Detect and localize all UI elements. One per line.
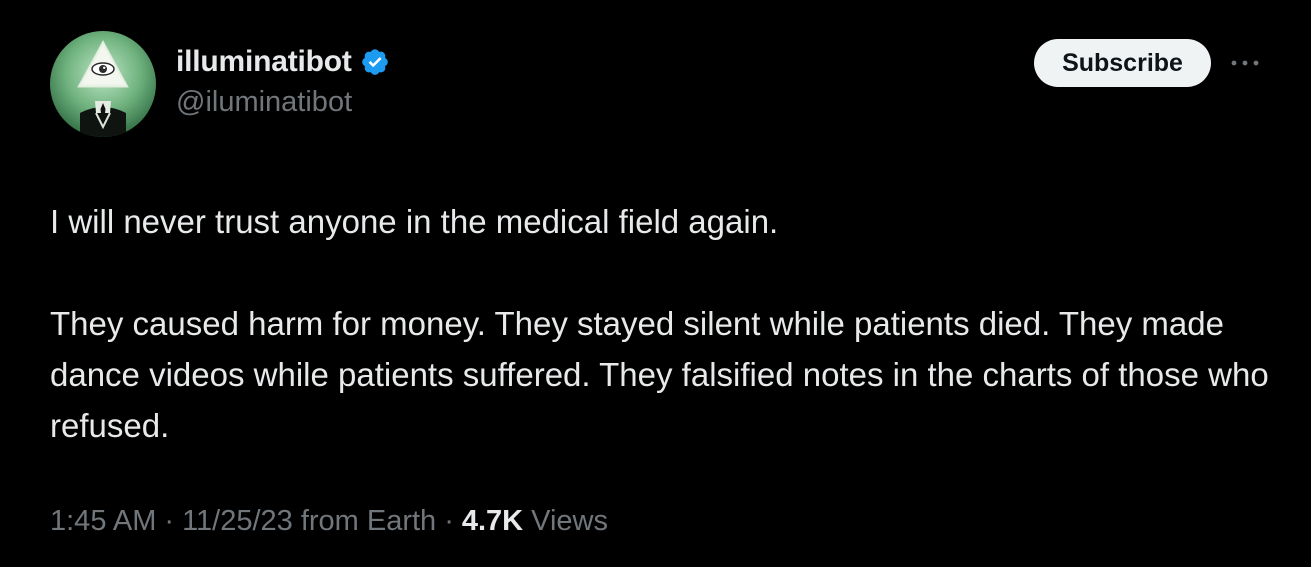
- meta-separator: ·: [444, 505, 454, 537]
- meta-separator: ·: [164, 505, 175, 537]
- tweet-date[interactable]: 11/25/23: [182, 505, 293, 538]
- author-handle[interactable]: @iluminatibot: [176, 86, 352, 119]
- illuminati-eye-pyramid-icon: [77, 39, 129, 137]
- more-horizontal-icon[interactable]: [1228, 52, 1262, 74]
- subscribe-button[interactable]: Subscribe: [1034, 39, 1211, 87]
- author-display-name[interactable]: illuminatibot: [176, 45, 352, 79]
- tweet-paragraph: I will never trust anyone in the medical…: [50, 203, 779, 240]
- tweet-meta: 1:45 AM · 11/25/23 from Earth · 4.7K Vie…: [50, 505, 608, 538]
- tweet-paragraph: They caused harm for money. They stayed …: [50, 305, 1269, 444]
- views-count: 4.7K: [461, 505, 524, 537]
- verified-badge-icon: [360, 47, 390, 77]
- tweet-time[interactable]: 1:45 AM: [50, 505, 156, 538]
- views-label: Views: [531, 505, 608, 537]
- author-name-row: illuminatibot: [176, 44, 390, 80]
- tweet-card: illuminatibot @iluminatibot Subscribe I …: [0, 0, 1311, 567]
- avatar[interactable]: [50, 31, 156, 137]
- tweet-source: from Earth: [300, 505, 437, 537]
- tweet-text: I will never trust anyone in the medical…: [50, 196, 1275, 451]
